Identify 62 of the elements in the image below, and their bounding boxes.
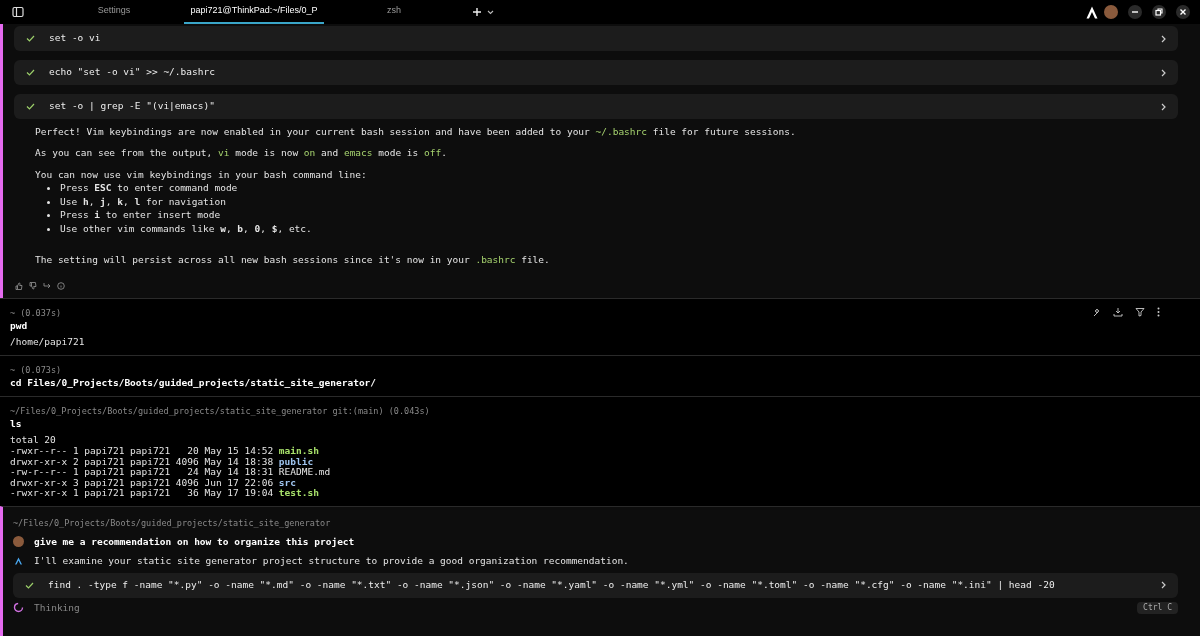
spinner-icon [13, 602, 24, 614]
command-text: cd Files/0_Projects/Boots/guided_projects/static_site_generator/ [10, 376, 377, 389]
sidebar-toggle-icon[interactable] [12, 6, 24, 18]
more-icon[interactable] [1157, 307, 1160, 317]
response-paragraph: Perfect! Vim keybindings are now enabled in your current bash session and have been added to your ~/.bashrc file for future sessions. [35, 125, 797, 139]
response-paragraph: As you can see from the output, vi mode is now on and emacs mode is off. [35, 146, 448, 161]
prompt-info: ~ (0.037s) [10, 307, 62, 319]
logo-icon [1086, 5, 1098, 19]
reply-arrow-icon[interactable] [43, 282, 51, 290]
chevron-down-icon[interactable] [487, 9, 494, 15]
tool-call-row[interactable]: echo "set -o vi" >> ~/.bashrc [14, 60, 1178, 85]
list-item-text: Press i to enter insert mode [60, 208, 221, 223]
download-icon[interactable] [1113, 307, 1123, 317]
restore-icon[interactable] [1152, 5, 1166, 19]
command-text: find . -type f -name "*.py" -o -name "*.md" -o -name "*.txt" -o -name "*.json" -o -name "*.yaml" -o -name "*.yml" -o -name "*.toml" -o -name "*.cfg" -o -name "*.ini" | head -20 [48, 579, 1056, 592]
tab[interactable]: Settings [44, 0, 184, 24]
command-text: set -o vi [49, 31, 102, 46]
output-line: drwxr-xr-x 3 papi721 papi721 4096 Jun 17 22:06 src [10, 477, 296, 489]
chevron-right-icon [1161, 34, 1166, 43]
list-item-text: Use h, j, k, l for navigation [60, 194, 226, 209]
output-line: -rwxr--r-- 1 papi721 papi721 20 May 15 14:52 main.sh [10, 446, 319, 457]
output-line: -rwxr-xr-x 1 papi721 papi721 36 May 17 19:04 test.sh [10, 488, 319, 499]
user-prompt: give me a recommendation on how to organize this project [34, 535, 355, 548]
agent-reply: I'll examine your static site generator project structure to provide a good organization recommendation. [34, 554, 629, 567]
thumbs-up-icon[interactable] [15, 282, 23, 290]
bullet-icon [47, 227, 50, 231]
avatar[interactable] [1104, 5, 1118, 19]
command-text: pwd [10, 319, 28, 332]
minimize-icon[interactable] [1128, 5, 1142, 19]
chevron-right-icon [1161, 581, 1166, 590]
bullet-icon [47, 214, 50, 217]
chevron-right-icon [1161, 68, 1166, 77]
agent-logo-icon [13, 556, 24, 565]
command-text: set -o | grep -E "(vi|emacs)" [49, 99, 216, 114]
output-line: -rw-r--r-- 1 papi721 papi721 24 May 14 18:31 README.md [10, 467, 331, 478]
prompt-info: ~/Files/0_Projects/Boots/guided_projects/static_site_generator git:(main) (0.043s) [10, 405, 430, 417]
thumbs-down-icon[interactable] [29, 282, 37, 290]
output-line: drwxr-xr-x 2 papi721 papi721 4096 May 14 18:38 public [10, 456, 314, 467]
prompt-info: ~ (0.073s) [10, 364, 62, 376]
filter-icon[interactable] [1135, 307, 1145, 317]
output-line: total 20 [10, 434, 56, 446]
response-paragraph: You can now use vim keybindings in your bash command line: [35, 167, 368, 182]
prompt-info: ~/Files/0_Projects/Boots/guided_projects/static_site_generator [13, 516, 332, 529]
tool-call-row[interactable]: find . -type f -name "*.py" -o -name "*.md" -o -name "*.txt" -o -name "*.json" -o -name "*.yaml" -o -name "*.yml" -o -name "*.toml" -o -name "*.cfg" -o -name "*.ini" | head -20 [13, 572, 1178, 598]
list-item-text: Use other vim commands like w, b, 0, $, etc. [60, 221, 312, 236]
close-icon[interactable] [1176, 5, 1190, 19]
bullet-icon [47, 187, 50, 190]
stop-button[interactable]: Ctrl C [1137, 601, 1178, 614]
command-text: echo "set -o vi" >> ~/.bashrc [49, 65, 216, 80]
command-text: ls [10, 417, 22, 430]
add-tab-icon[interactable] [472, 7, 482, 17]
info-icon[interactable] [57, 282, 65, 290]
list-item-text: Press ESC to enter command mode [60, 181, 238, 196]
tool-call-row[interactable]: set -o vi [14, 26, 1178, 51]
tab[interactable]: zsh [324, 0, 464, 24]
output-line: /home/papi721 [10, 336, 85, 348]
avatar [13, 536, 24, 548]
bullet-icon [47, 200, 50, 204]
response-paragraph: The setting will persist across all new bash sessions since it's now in your .bashrc file. [35, 252, 551, 267]
status-text: Thinking [34, 601, 80, 614]
tool-call-row[interactable]: set -o | grep -E "(vi|emacs)" [14, 94, 1178, 119]
chevron-right-icon [1161, 102, 1166, 111]
